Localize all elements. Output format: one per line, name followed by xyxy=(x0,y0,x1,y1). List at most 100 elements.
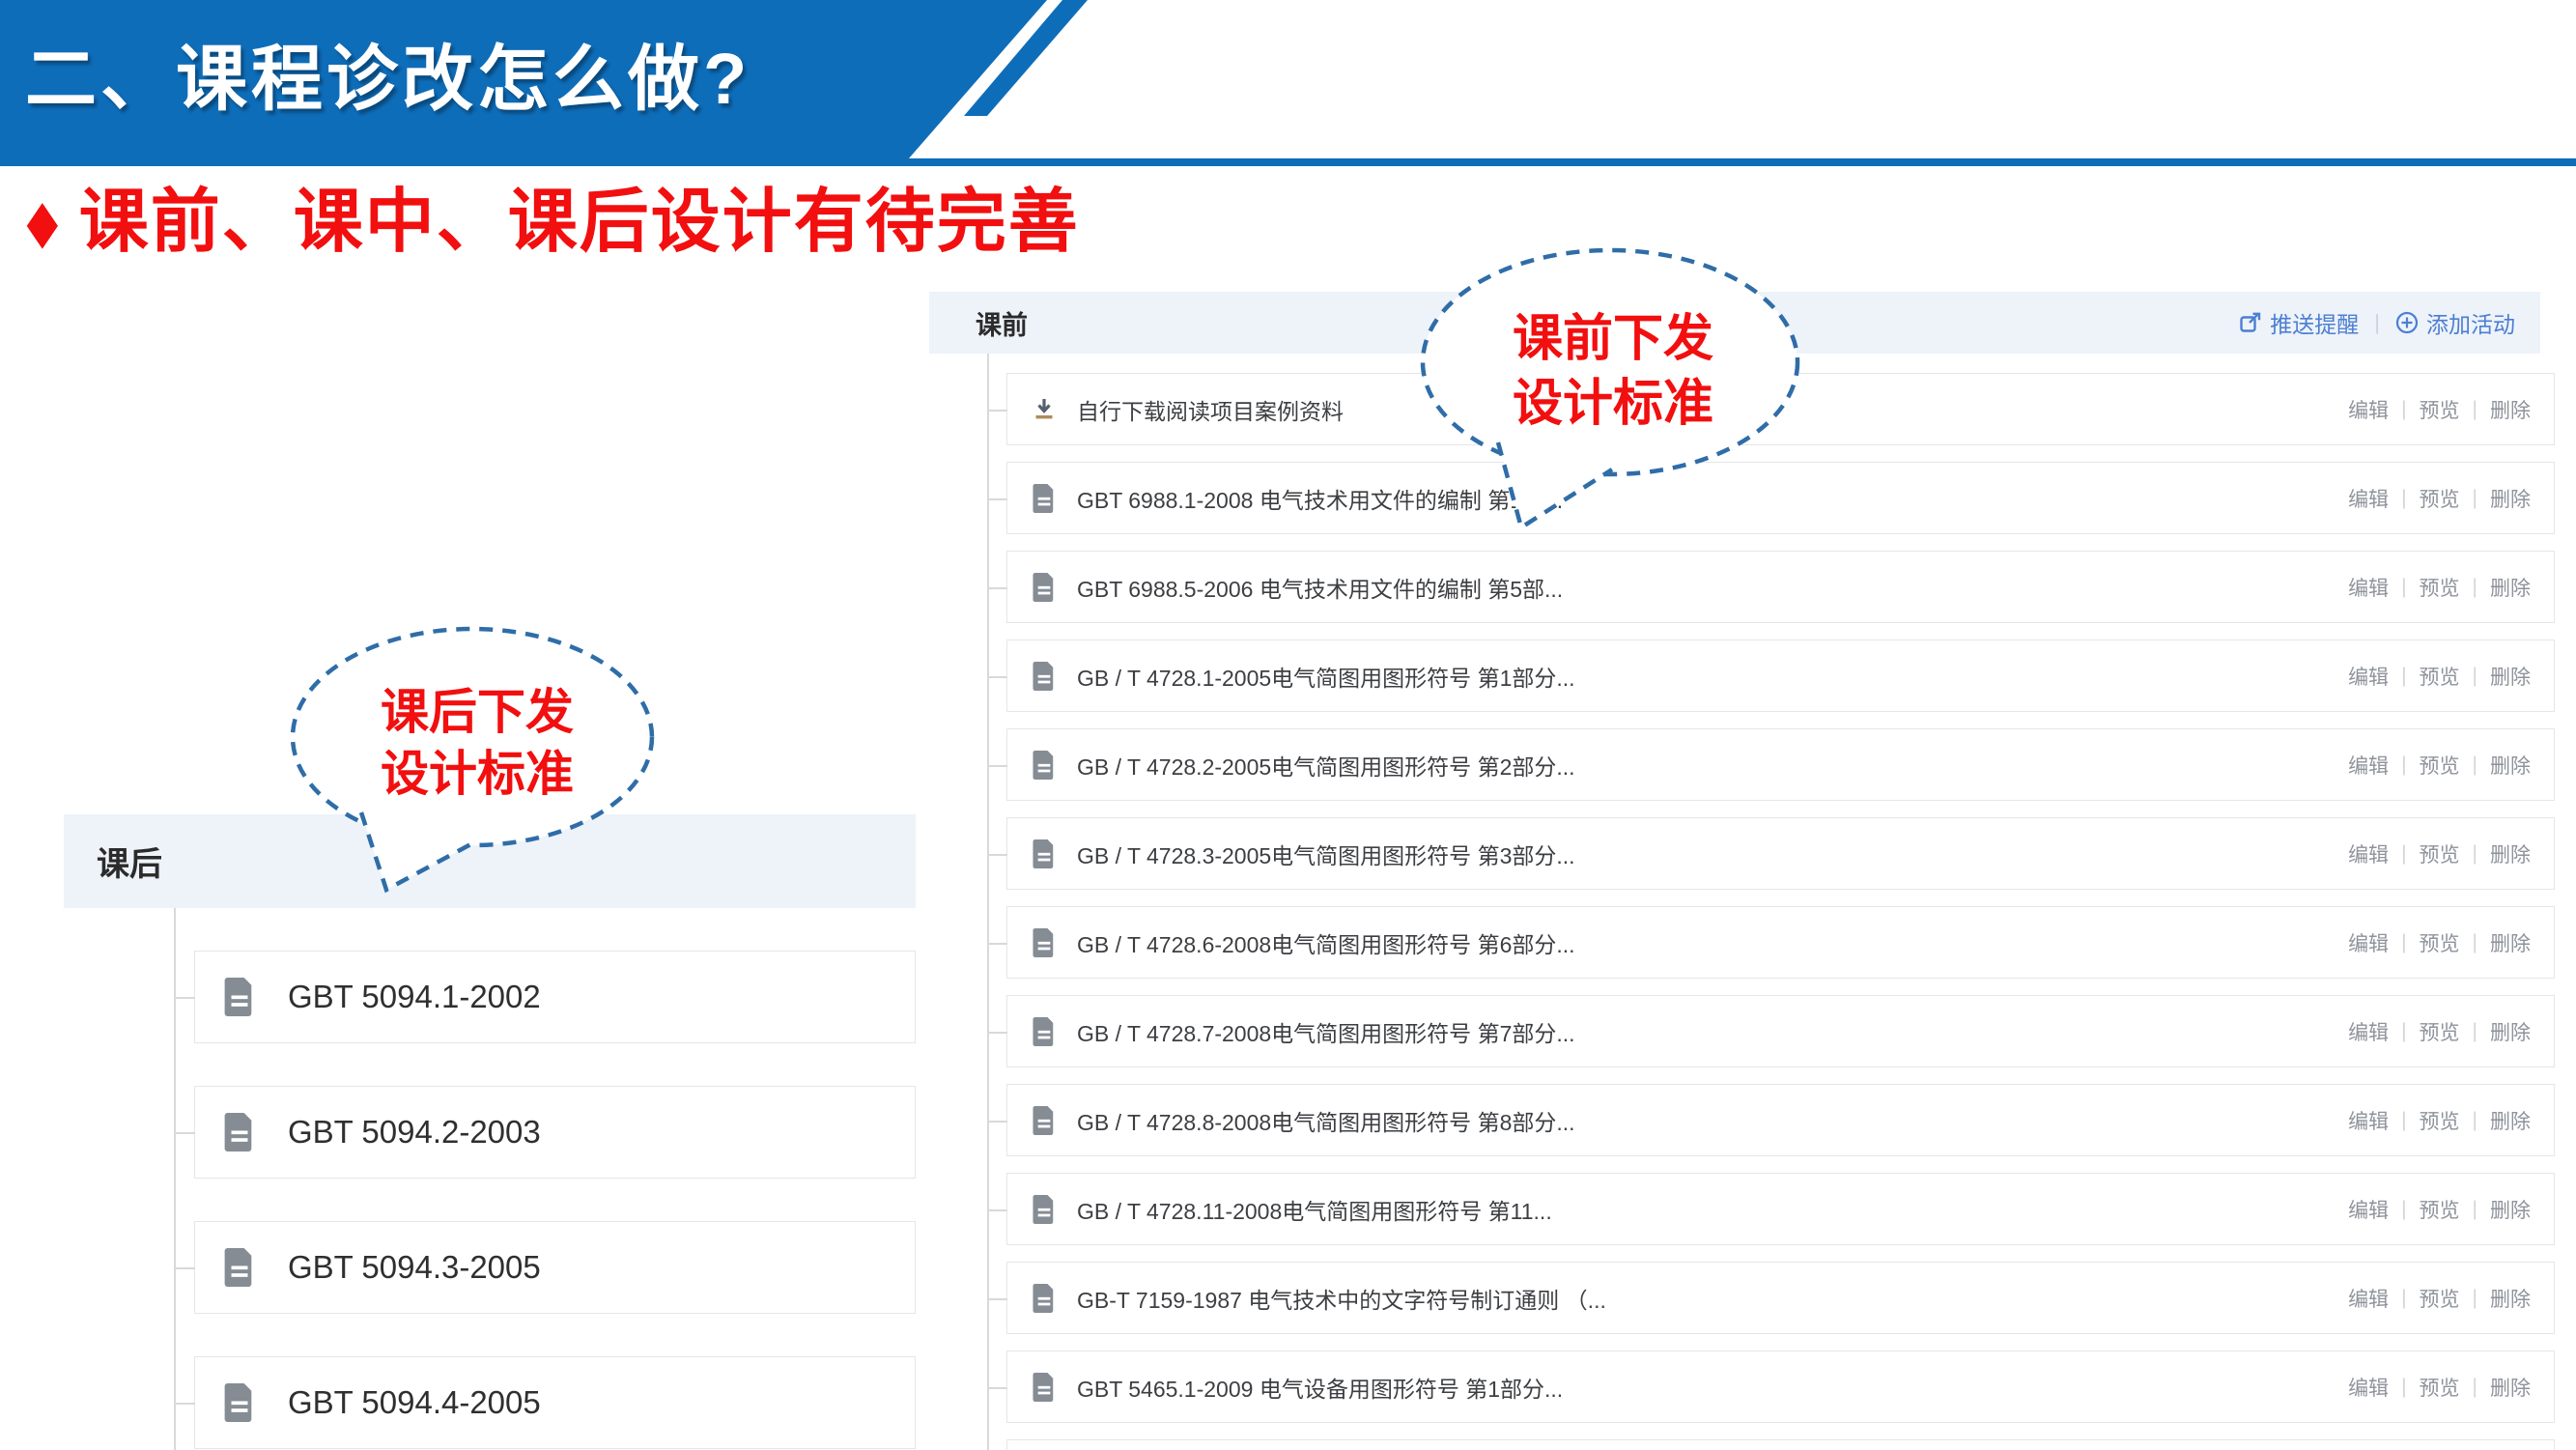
document-icon xyxy=(224,1113,255,1151)
document-icon xyxy=(1033,1373,1056,1402)
action-separator: | xyxy=(2473,665,2477,688)
preview-link[interactable]: 预览 xyxy=(2420,1017,2460,1046)
edit-link[interactable]: 编辑 xyxy=(2348,395,2389,424)
action-separator: | xyxy=(2401,1109,2406,1132)
delete-link[interactable]: 删除 xyxy=(2490,395,2531,424)
preview-link[interactable]: 预览 xyxy=(2420,1373,2460,1402)
file-title: GB / T 4728.7-2008电气简图用图形符号 第7部分... xyxy=(1077,1015,1575,1048)
banner-underline xyxy=(0,158,2576,166)
file-row: GB-T 7159-1987 电气技术中的文字符号制订通则 （... 编辑 | … xyxy=(1006,1262,2555,1334)
document-icon xyxy=(1033,839,1056,868)
file-title: GB / T 4728.11-2008电气简图用图形符号 第11... xyxy=(1077,1193,1552,1226)
delete-link[interactable]: 删除 xyxy=(2490,751,2531,780)
row-actions: 编辑 | 预览 | 删除 xyxy=(2348,463,2531,533)
preview-link[interactable]: 预览 xyxy=(2420,1284,2460,1313)
row-actions: 编辑 | 预览 | 删除 xyxy=(2348,1351,2531,1422)
file-title: GB / T 4728.3-2005电气简图用图形符号 第3部分... xyxy=(1077,838,1575,870)
push-reminder-label: 推送提醒 xyxy=(2270,306,2359,339)
title-banner: 二、课程诊改怎么做? xyxy=(0,0,2576,166)
action-separator: | xyxy=(2401,753,2406,777)
file-row: GBT 5094.3-2005 xyxy=(194,1221,916,1314)
row-actions: 编辑 | 预览 | 删除 xyxy=(2348,818,2531,889)
edit-link[interactable]: 编辑 xyxy=(2348,1106,2389,1135)
document-icon xyxy=(1033,751,1056,780)
action-separator: | xyxy=(2473,487,2477,510)
delete-link[interactable]: 删除 xyxy=(2490,1284,2531,1313)
tree-connector-line xyxy=(174,908,176,1450)
post-class-file-list: GBT 5094.1-2002 GBT 5094.2-2003 GBT 5094… xyxy=(194,951,916,1450)
download-icon xyxy=(1033,395,1056,424)
delete-link[interactable]: 删除 xyxy=(2490,1373,2531,1402)
delete-link[interactable]: 删除 xyxy=(2490,484,2531,513)
push-reminder-link[interactable]: 推送提醒 xyxy=(2239,306,2359,339)
edit-link[interactable]: 编辑 xyxy=(2348,1195,2389,1224)
file-row: GBT 5094.1-2002 xyxy=(194,951,916,1043)
action-separator: | xyxy=(2473,1287,2477,1310)
pre-class-title: 课前 xyxy=(976,304,1028,342)
document-icon xyxy=(1033,1017,1056,1046)
action-separator: | xyxy=(2401,398,2406,421)
preview-link[interactable]: 预览 xyxy=(2420,662,2460,691)
preview-link[interactable]: 预览 xyxy=(2420,928,2460,957)
edit-link[interactable]: 编辑 xyxy=(2348,573,2389,602)
file-row: GB / T 4728.3-2005电气简图用图形符号 第3部分... 编辑 |… xyxy=(1006,817,2555,890)
edit-link[interactable]: 编辑 xyxy=(2348,1284,2389,1313)
document-icon xyxy=(1033,484,1056,513)
action-separator: | xyxy=(2401,931,2406,954)
edit-link[interactable]: 编辑 xyxy=(2348,751,2389,780)
file-title: GB / T 4728.1-2005电气简图用图形符号 第1部分... xyxy=(1077,660,1575,693)
document-icon xyxy=(1033,1284,1056,1313)
edit-link[interactable]: 编辑 xyxy=(2348,1373,2389,1402)
file-title: GB / T 4728.8-2008电气简图用图形符号 第8部分... xyxy=(1077,1104,1575,1137)
file-row: GBT 5094.2-2003 xyxy=(194,1086,916,1179)
section-heading: ◆ 课前、课中、课后设计有待完善 xyxy=(19,187,1080,257)
file-title: GBT 5094.2-2003 xyxy=(288,1114,541,1151)
document-icon xyxy=(224,1248,255,1287)
file-row: GBT 5094.4-2005 xyxy=(194,1356,916,1449)
action-separator: | xyxy=(2473,1020,2477,1043)
edit-link[interactable]: 编辑 xyxy=(2348,928,2389,957)
row-actions: 编辑 | 预览 | 删除 xyxy=(2348,1174,2531,1244)
delete-link[interactable]: 删除 xyxy=(2490,1017,2531,1046)
delete-link[interactable]: 删除 xyxy=(2490,928,2531,957)
document-icon xyxy=(1033,1195,1056,1224)
preview-link[interactable]: 预览 xyxy=(2420,484,2460,513)
edit-link[interactable]: 编辑 xyxy=(2348,662,2389,691)
delete-link[interactable]: 删除 xyxy=(2490,1106,2531,1135)
row-actions: 编辑 | 预览 | 删除 xyxy=(2348,1085,2531,1155)
preview-link[interactable]: 预览 xyxy=(2420,751,2460,780)
preview-link[interactable]: 预览 xyxy=(2420,395,2460,424)
document-icon xyxy=(1033,573,1056,602)
action-separator: | xyxy=(2473,1376,2477,1399)
preview-link[interactable]: 预览 xyxy=(2420,839,2460,868)
preview-link[interactable]: 预览 xyxy=(2420,1195,2460,1224)
file-title: GBT 5465.1-2009 电气设备用图形符号 第1部分... xyxy=(1077,1371,1563,1404)
action-separator: | xyxy=(2473,1109,2477,1132)
pre-class-callout: 课前下发 设计标准 xyxy=(1405,242,1821,546)
post-class-title: 课后 xyxy=(97,838,162,885)
edit-link[interactable]: 编辑 xyxy=(2348,839,2389,868)
delete-link[interactable]: 删除 xyxy=(2490,1195,2531,1224)
file-title: GBT 6988.5-2006 电气技术用文件的编制 第5部... xyxy=(1077,571,1563,604)
action-separator: | xyxy=(2401,487,2406,510)
edit-link[interactable]: 编辑 xyxy=(2348,1017,2389,1046)
document-icon xyxy=(224,978,255,1016)
tree-connector-line xyxy=(987,354,989,1450)
share-icon xyxy=(2239,311,2262,334)
row-actions: 编辑 | 预览 | 删除 xyxy=(2348,996,2531,1066)
add-activity-link[interactable]: 添加活动 xyxy=(2395,306,2515,339)
preview-link[interactable]: 预览 xyxy=(2420,573,2460,602)
add-activity-label: 添加活动 xyxy=(2426,306,2515,339)
edit-link[interactable]: 编辑 xyxy=(2348,484,2389,513)
link-separator: | xyxy=(2374,310,2380,335)
delete-link[interactable]: 删除 xyxy=(2490,662,2531,691)
document-icon xyxy=(1033,662,1056,691)
partial-file-row xyxy=(1006,1439,2555,1450)
action-separator: | xyxy=(2401,576,2406,599)
delete-link[interactable]: 删除 xyxy=(2490,839,2531,868)
action-separator: | xyxy=(2473,842,2477,866)
document-icon xyxy=(224,1383,255,1422)
preview-link[interactable]: 预览 xyxy=(2420,1106,2460,1135)
row-actions: 编辑 | 预览 | 删除 xyxy=(2348,729,2531,800)
delete-link[interactable]: 删除 xyxy=(2490,573,2531,602)
